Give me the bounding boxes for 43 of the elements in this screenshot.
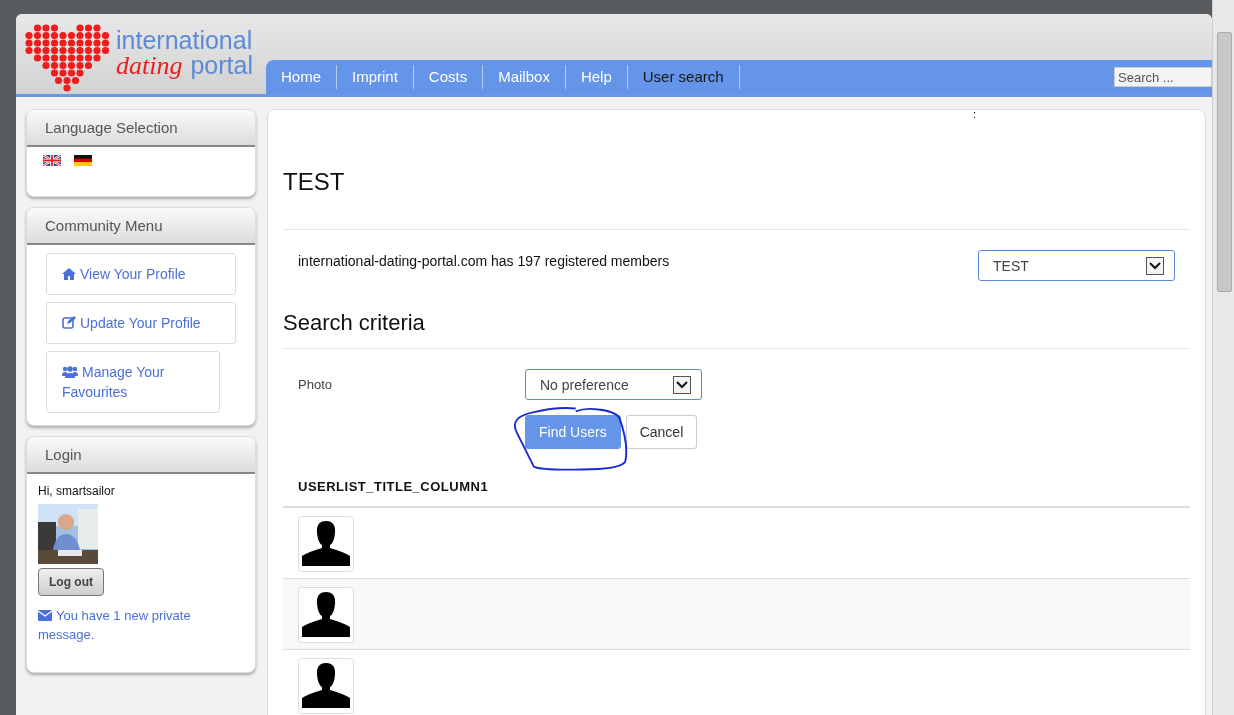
nav-link[interactable]: Imprint (337, 65, 414, 89)
scrollbar[interactable] (1212, 0, 1234, 715)
edit-icon (62, 316, 76, 329)
nav-link[interactable]: Home (266, 65, 337, 89)
nav-link[interactable]: User search (627, 65, 740, 89)
dropdown-icon (673, 375, 691, 394)
users-icon (62, 366, 78, 378)
home-icon (62, 268, 76, 280)
user-silhouette-icon[interactable] (298, 516, 354, 572)
menu-link[interactable]: Manage Your Favourites (46, 351, 220, 413)
search-field[interactable]: Search ... (1114, 67, 1212, 87)
user-silhouette-icon[interactable] (298, 658, 354, 714)
nav-link[interactable]: Costs (413, 65, 484, 89)
uk-flag-icon[interactable] (43, 155, 61, 166)
dropdown-icon (1146, 256, 1164, 275)
nav-link[interactable]: Help (565, 65, 628, 89)
group-select[interactable]: TEST (978, 250, 1175, 281)
section-title: Search criteria (283, 309, 426, 337)
heart-logo-icon (24, 23, 112, 95)
logo-text: international (116, 28, 253, 53)
menu-link[interactable]: Update Your Profile (46, 302, 236, 344)
panel-title: Language Selection (45, 119, 178, 136)
logo-text: portal (190, 53, 253, 79)
panel-title: Community Menu (45, 217, 163, 234)
cancel-button[interactable]: Cancel (625, 415, 698, 449)
scrollbar-thumb[interactable] (1217, 32, 1232, 292)
column-header: USERLIST_TITLE_COLUMN1 (297, 478, 490, 496)
logo-text: dating (116, 53, 183, 79)
field-label: Photo (298, 377, 333, 392)
message-link[interactable]: You have 1 new private message. (38, 606, 208, 644)
find-users-button[interactable]: Find Users (525, 415, 621, 449)
panel-title: Login (45, 446, 82, 463)
photo-select[interactable]: No preference (525, 369, 702, 400)
stray-mark: : (973, 108, 977, 120)
members-text: international-dating-portal.com has 197 registered members (298, 253, 670, 269)
page-title: TEST (283, 168, 345, 196)
german-flag-icon[interactable] (74, 155, 92, 166)
user-silhouette-icon[interactable] (298, 587, 354, 643)
envelope-icon (38, 610, 52, 621)
nav-link[interactable]: Mailbox (483, 65, 566, 89)
logout-button[interactable]: Log out (38, 568, 104, 596)
greeting-text: Hi, smartsailor (38, 484, 115, 498)
menu-link[interactable]: View Your Profile (46, 253, 236, 295)
